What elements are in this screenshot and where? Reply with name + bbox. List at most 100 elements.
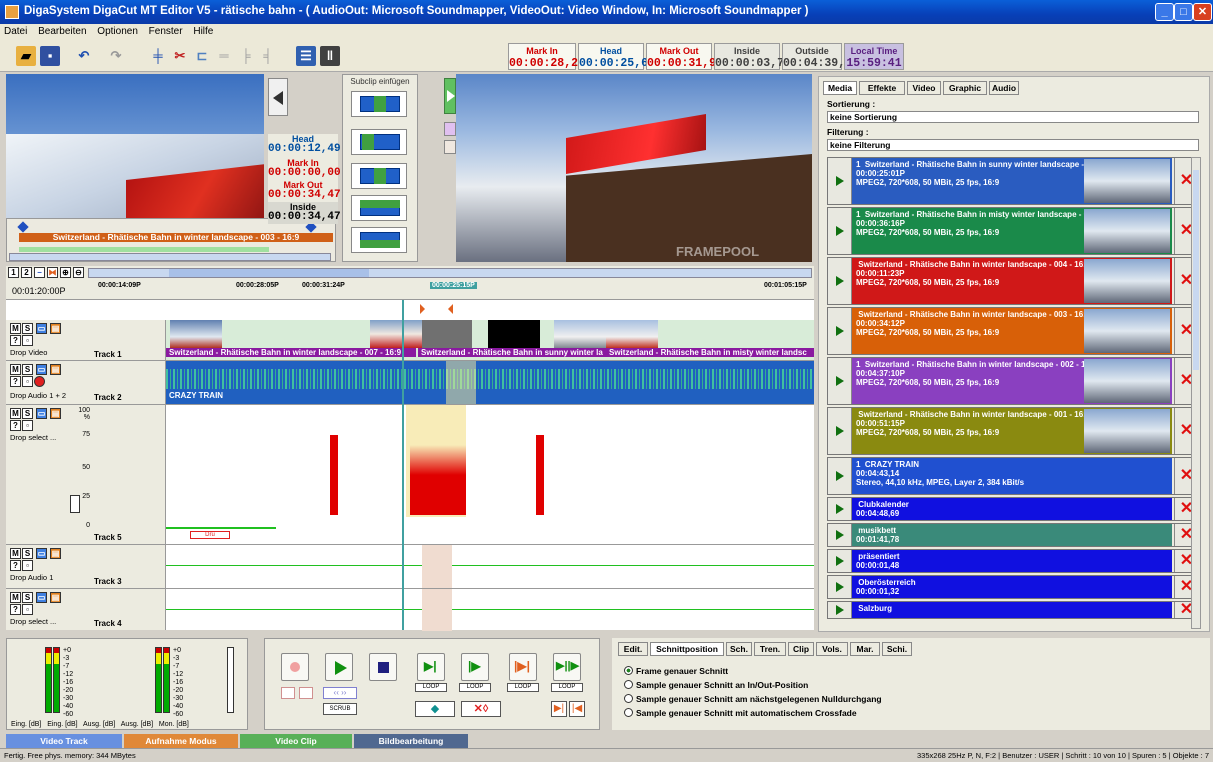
media-item-body[interactable]: Clubkalender 00:04:48,69 (852, 498, 1172, 520)
media-item-body[interactable]: Oberösterreich 00:00:01,32 (852, 576, 1172, 598)
trim-left-icon[interactable]: ╞ (236, 46, 256, 66)
minimize-button[interactable]: _ (1155, 3, 1174, 21)
markout-flag-icon[interactable] (448, 304, 453, 314)
clip-icon[interactable]: ▤ (50, 364, 61, 375)
tab-vols[interactable]: Vols. (816, 642, 848, 656)
lock-icon[interactable]: ▫ (22, 604, 33, 615)
media-item[interactable]: 1 CRAZY TRAIN 00:04:43,14 Stereo, 44,10 kH… (827, 457, 1199, 495)
tab-edit[interactable]: Edit. (618, 642, 648, 656)
video-icon[interactable]: ▭ (36, 408, 47, 419)
option-frame-cut[interactable]: Frame genauer Schnitt (624, 666, 728, 676)
mute-button[interactable]: M (10, 364, 21, 375)
menu-optionen[interactable]: Optionen (93, 24, 142, 39)
track-5-body[interactable]: Dru (166, 405, 814, 544)
record-markin-button[interactable] (281, 687, 295, 699)
split-icon[interactable]: ╪ (148, 46, 168, 66)
media-item[interactable]: Switzerland - Rhätische Bahn in winter l… (827, 257, 1199, 305)
subclip-insert-left-button[interactable] (351, 129, 407, 155)
mute-button[interactable]: M (10, 408, 21, 419)
track-2-clip-1[interactable]: CRAZY TRAIN (166, 391, 814, 400)
cut-icon[interactable]: ✂ (170, 46, 190, 66)
zoom-out-icon[interactable]: − (34, 267, 45, 278)
media-play-button[interactable] (828, 258, 852, 304)
solo-button[interactable]: S (22, 364, 33, 375)
play-from-markin-button[interactable]: |▶ (461, 653, 489, 681)
mode-tab-aufnahme[interactable]: Aufnahme Modus (124, 734, 238, 748)
option-sample-crossfade[interactable]: Sample genauer Schnitt mit automatischem… (624, 708, 857, 718)
record-button[interactable] (281, 653, 309, 681)
save-icon[interactable]: ▪ (40, 46, 60, 66)
media-play-button[interactable] (828, 602, 852, 618)
lock-icon[interactable]: ▫ (22, 335, 33, 346)
track-1-clip-3[interactable]: Switzerland - Rhätische Bahn in misty wi… (606, 348, 814, 357)
track-1-clip-1[interactable]: Switzerland - Rhätische Bahn in winter l… (166, 348, 416, 357)
menu-datei[interactable]: Datei (0, 24, 31, 39)
media-item-body[interactable]: präsentiert 00:00:01,48 (852, 550, 1172, 572)
track-5-clip[interactable]: Dru (190, 531, 230, 539)
help-button[interactable]: ? (10, 376, 21, 387)
track-4-body[interactable] (166, 589, 814, 631)
menu-hilfe[interactable]: Hilfe (189, 24, 217, 39)
tab-clip[interactable]: Clip (788, 642, 814, 656)
lock-icon[interactable]: ▫ (22, 420, 33, 431)
stop-button[interactable] (369, 653, 397, 681)
subclip-insert-top-button[interactable] (351, 91, 407, 117)
maximize-button[interactable]: □ (1174, 3, 1193, 21)
solo-button[interactable]: S (22, 408, 33, 419)
media-play-button[interactable] (828, 550, 852, 572)
layers-icon[interactable] (444, 122, 456, 136)
clip-icon[interactable]: ▤ (50, 408, 61, 419)
delete-icon[interactable]: ═ (214, 46, 234, 66)
zoom-in-icon[interactable]: ⊕ (60, 267, 71, 278)
play-to-markin-button[interactable]: ▶| (417, 653, 445, 681)
video-icon[interactable]: ▭ (36, 323, 47, 334)
tab-sch[interactable]: Sch. (726, 642, 752, 656)
subclip-insert-mid-button[interactable] (351, 163, 407, 189)
mute-button[interactable]: M (10, 548, 21, 559)
tab-effekte[interactable]: Effekte (859, 81, 905, 95)
media-play-button[interactable] (828, 208, 852, 254)
help-button[interactable]: ? (10, 604, 21, 615)
media-vscrollbar[interactable] (1191, 157, 1201, 629)
media-item[interactable]: präsentiert 00:00:01,48 ✕ (827, 549, 1199, 573)
media-item[interactable]: Clubkalender 00:04:48,69 ✕ (827, 497, 1199, 521)
close-button[interactable]: ✕ (1193, 3, 1212, 21)
playhead[interactable] (402, 300, 404, 630)
media-item[interactable]: 1 Switzerland - Rhätische Bahn in misty … (827, 207, 1199, 255)
media-item-body[interactable]: Salzburg (852, 602, 1172, 618)
play-program-button[interactable] (444, 78, 456, 114)
goto-markin-icon[interactable]: ▶| (551, 701, 567, 717)
goto-markout-icon[interactable]: |◀ (569, 701, 585, 717)
media-scroll-thumb[interactable] (1193, 170, 1199, 370)
effects-icon[interactable] (444, 140, 456, 154)
menu-fenster[interactable]: Fenster (145, 24, 187, 39)
media-item-body[interactable]: 1 CRAZY TRAIN 00:04:43,14 Stereo, 44,10 kH… (852, 458, 1172, 494)
media-play-button[interactable] (828, 308, 852, 354)
delete-marker-button[interactable]: ✕◊ (461, 701, 501, 717)
filter-select[interactable]: keine Filterung (827, 139, 1199, 151)
option-sample-zero[interactable]: Sample genauer Schnitt am nächstgelegene… (624, 694, 882, 704)
solo-button[interactable]: S (22, 323, 33, 334)
insert-icon[interactable]: ⊏ (192, 46, 212, 66)
loop-3-button[interactable]: LOOP (507, 683, 539, 692)
mute-button[interactable]: M (10, 323, 21, 334)
timeline-hscrollbar[interactable] (88, 268, 812, 278)
clip-icon[interactable]: ▤ (50, 592, 61, 603)
mode-tab-video-clip[interactable]: Video Clip (240, 734, 352, 748)
media-item[interactable]: Switzerland - Rhätische Bahn in winter l… (827, 407, 1199, 455)
loop-4-button[interactable]: LOOP (551, 683, 583, 692)
media-item[interactable]: Salzburg ✕ (827, 601, 1199, 619)
media-item[interactable]: Oberösterreich 00:00:01,32 ✕ (827, 575, 1199, 599)
track-3-body[interactable] (166, 545, 814, 589)
mode-tab-bildbearbeitung[interactable]: Bildbearbeitung (354, 734, 468, 748)
loop-1-button[interactable]: LOOP (415, 683, 447, 692)
open-icon[interactable]: ▰ (16, 46, 36, 66)
media-play-button[interactable] (828, 358, 852, 404)
search-icon[interactable]: ⊖ (73, 267, 84, 278)
track-1-clip-2[interactable]: Switzerland - Rhätische Bahn in sunny wi… (418, 348, 606, 357)
tab-schi[interactable]: Schi. (882, 642, 912, 656)
solo-button[interactable]: S (22, 592, 33, 603)
tab-mar[interactable]: Mar. (850, 642, 880, 656)
tracks-icon[interactable]: ☰ (296, 46, 316, 66)
tab-audio[interactable]: Audio (989, 81, 1019, 95)
